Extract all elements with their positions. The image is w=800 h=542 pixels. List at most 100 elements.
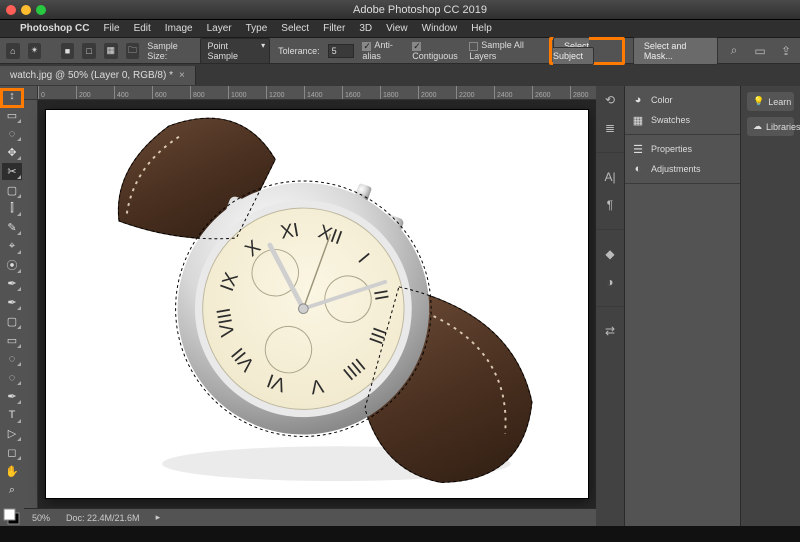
options-bar: ⌂ ✴ ■ □ ▦ 🗀 Sample Size: Point Sample To…	[0, 38, 800, 64]
ruler-tick: 800	[190, 86, 205, 100]
subtract-selection-icon[interactable]: ▦	[104, 43, 118, 59]
paths-panel-icon[interactable]: ⇄	[602, 323, 618, 339]
doc-info-chevron-icon[interactable]: ▸	[156, 512, 161, 523]
tool-type[interactable]: T	[2, 407, 22, 424]
ruler-tick: 200	[76, 86, 91, 100]
tool-heal[interactable]: ⌖	[2, 238, 22, 255]
sample-size-label: Sample Size:	[147, 41, 192, 61]
tool-blur[interactable]: ◌	[2, 351, 22, 368]
zoom-level[interactable]: 50%	[32, 513, 50, 523]
panel-swatches[interactable]: ▦Swatches	[631, 110, 734, 130]
document-canvas[interactable]: XIIIIIIIIIIIIVVIVIIVIIIIXXXI	[46, 110, 588, 498]
ruler-tick: 2000	[418, 86, 437, 100]
current-tool-icon[interactable]: ✴	[28, 43, 42, 59]
tool-stamp[interactable]: ✒	[2, 276, 22, 293]
home-icon[interactable]: ⌂	[6, 43, 20, 59]
history-panel-icon[interactable]: ⟲	[602, 92, 618, 108]
ruler-horizontal[interactable]: 0200400600800100012001400160018002000220…	[38, 86, 596, 100]
tolerance-input[interactable]: 5	[328, 44, 355, 58]
paragraph-panel-icon[interactable]: ¶	[602, 197, 618, 213]
tool-shape[interactable]: ◻	[2, 444, 22, 461]
select-subject-button[interactable]: Select Subject	[553, 37, 594, 65]
tool-lasso[interactable]: ◌	[2, 126, 22, 143]
canvas-viewport[interactable]: XIIIIIIIIIIIIVVIVIIVIIIIXXXI	[38, 100, 596, 508]
ruler-tick: 1400	[304, 86, 323, 100]
tool-marquee[interactable]: ▭	[2, 107, 22, 124]
ruler-tick: 1200	[266, 86, 285, 100]
status-bar: 50% Doc: 22.4M/21.6M ▸	[24, 508, 596, 526]
tool-pen[interactable]: ✒	[2, 388, 22, 405]
watch-image: XIIIIIIIIIIIIVVIVIIVIIIIXXXI	[46, 110, 588, 498]
tool-quick-select[interactable]: ✥	[2, 144, 22, 161]
ruler-tick: 2200	[456, 86, 475, 100]
panel-properties[interactable]: ☰Properties	[631, 139, 734, 159]
menu-file[interactable]: File	[103, 23, 119, 34]
doc-info[interactable]: Doc: 22.4M/21.6M	[66, 513, 140, 523]
layers-panel-icon[interactable]: ≣	[602, 120, 618, 136]
window-titlebar: Adobe Photoshop CC 2019	[0, 0, 800, 20]
close-tab-icon[interactable]: ×	[179, 70, 185, 81]
ruler-tick: 600	[152, 86, 167, 100]
panel-adjustments[interactable]: ◐Adjustments	[631, 159, 734, 179]
zoom-window-button[interactable]	[36, 5, 46, 15]
tool-path[interactable]: ▷	[2, 426, 22, 443]
ruler-tick: 1800	[380, 86, 399, 100]
panel-color[interactable]: ◕Color	[631, 90, 734, 110]
menu-window[interactable]: Window	[422, 23, 458, 34]
brush-panel-icon[interactable]: ◆	[602, 246, 618, 262]
share-icon[interactable]: ⇪	[778, 43, 794, 59]
add-selection-icon[interactable]: □	[82, 43, 96, 59]
tool-gradient[interactable]: ▭	[2, 332, 22, 349]
tool-eraser[interactable]: ▢	[2, 313, 22, 330]
menu-select[interactable]: Select	[281, 23, 309, 34]
ruler-vertical[interactable]	[24, 100, 38, 508]
tool-history-brush[interactable]: ✒	[2, 294, 22, 311]
ruler-tick: 2600	[532, 86, 551, 100]
menu-3d[interactable]: 3D	[359, 23, 372, 34]
intersect-selection-icon[interactable]: 🗀	[126, 43, 140, 59]
panel-dock: ◕Color ▦Swatches ☰Properties ◐Adjustment…	[624, 86, 740, 526]
tool-hand[interactable]: ✋	[2, 463, 22, 480]
lightbulb-icon: 💡	[753, 96, 764, 107]
new-selection-icon[interactable]: ■	[61, 43, 75, 59]
tools-panel: ↕ ▭ ◌ ✥ ✂ ▢ ⫿ ✎ ⌖ ⦿ ✒ ✒ ▢ ▭ ◌ ◌ ✒ T ▷ ◻ …	[0, 86, 24, 526]
select-and-mask-button[interactable]: Select and Mask...	[633, 37, 718, 65]
tool-crop[interactable]: ▢	[2, 182, 22, 199]
sample-all-layers-checkbox[interactable]: Sample All Layers	[469, 40, 541, 60]
menu-edit[interactable]: Edit	[134, 23, 151, 34]
ruler-tick: 1000	[228, 86, 247, 100]
frame-icon[interactable]: ▭	[752, 43, 768, 59]
window-title: Adobe Photoshop CC 2019	[46, 4, 794, 16]
properties-icon: ☰	[631, 142, 645, 156]
fg-bg-swatch[interactable]	[2, 508, 22, 526]
tool-magic-wand[interactable]: ✂	[2, 163, 22, 180]
tool-dodge[interactable]: ◌	[2, 369, 22, 386]
tool-zoom[interactable]: ⌕	[2, 482, 22, 499]
ruler-origin[interactable]	[24, 86, 38, 100]
tool-eyedropper[interactable]: ✎	[2, 219, 22, 236]
workspace: ↕ ▭ ◌ ✥ ✂ ▢ ⫿ ✎ ⌖ ⦿ ✒ ✒ ▢ ▭ ◌ ◌ ✒ T ▷ ◻ …	[0, 86, 800, 526]
tool-brush[interactable]: ⦿	[2, 257, 22, 274]
sample-size-select[interactable]: Point Sample	[200, 38, 270, 64]
minimize-window-button[interactable]	[21, 5, 31, 15]
anti-alias-checkbox[interactable]: Anti-alias	[362, 40, 404, 60]
menu-filter[interactable]: Filter	[323, 23, 345, 34]
close-window-button[interactable]	[6, 5, 16, 15]
tool-move[interactable]: ↕	[2, 88, 22, 105]
panel-libraries[interactable]: ☁Libraries	[747, 117, 794, 136]
learn-dock: 💡Learn ☁Libraries	[740, 86, 800, 526]
menu-photoshop[interactable]: Photoshop CC	[20, 23, 89, 34]
clone-panel-icon[interactable]: ◑	[602, 274, 618, 290]
character-panel-icon[interactable]: A|	[602, 169, 618, 185]
menu-view[interactable]: View	[386, 23, 408, 34]
menu-help[interactable]: Help	[471, 23, 492, 34]
menu-type[interactable]: Type	[246, 23, 268, 34]
menu-layer[interactable]: Layer	[207, 23, 232, 34]
menu-image[interactable]: Image	[165, 23, 193, 34]
tool-frame[interactable]: ⫿	[2, 201, 22, 218]
panel-learn[interactable]: 💡Learn	[747, 92, 794, 111]
document-tab[interactable]: watch.jpg @ 50% (Layer 0, RGB/8) * ×	[0, 66, 196, 85]
search-icon[interactable]: ⌕	[726, 43, 742, 59]
select-subject-highlight: Select Subject	[549, 37, 625, 65]
contiguous-checkbox[interactable]: Contiguous	[412, 40, 461, 60]
